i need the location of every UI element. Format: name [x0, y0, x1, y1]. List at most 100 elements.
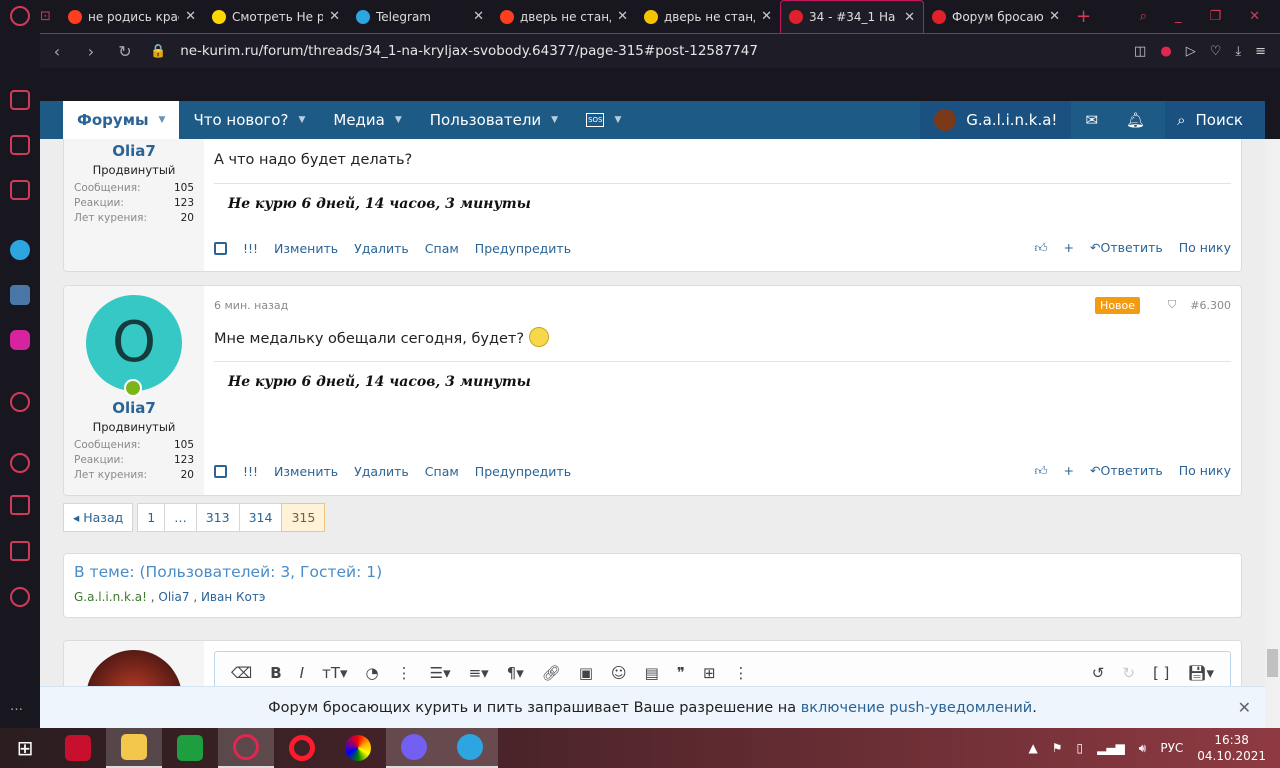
tab-close-icon[interactable]: ✕	[473, 9, 484, 24]
tab-close-icon[interactable]: ✕	[904, 10, 915, 25]
member-link[interactable]: G.a.l.i.n.k.a!	[74, 590, 147, 604]
shopping-icon[interactable]	[10, 135, 30, 155]
delete-link[interactable]: Удалить	[354, 464, 409, 479]
search-tabs-icon[interactable]: ⌕	[1140, 9, 1147, 24]
like-icon[interactable]: 👍︎	[1034, 240, 1047, 256]
taskbar-acrobat[interactable]	[50, 728, 106, 768]
by-nick-link[interactable]: По нику	[1179, 240, 1231, 256]
flow-send-icon[interactable]: ▷	[1186, 44, 1196, 59]
page-link[interactable]: 313	[195, 503, 240, 532]
telegram-icon[interactable]	[10, 240, 30, 260]
edit-link[interactable]: Изменить	[274, 241, 338, 256]
taskbar-opera[interactable]	[218, 728, 274, 768]
reply-link[interactable]: ↶Ответить	[1090, 240, 1163, 256]
member-link[interactable]: Иван Котэ	[201, 590, 266, 604]
warn-link[interactable]: Предупредить	[475, 464, 571, 479]
edit-link[interactable]: Изменить	[274, 464, 338, 479]
inbox-icon[interactable]: ✉	[1071, 101, 1112, 139]
post-username[interactable]: Olia7	[64, 142, 204, 160]
easy-setup-icon[interactable]: ≡	[1255, 44, 1266, 59]
instagram-icon[interactable]	[10, 330, 30, 350]
reload-icon[interactable]: ↻	[108, 42, 142, 61]
browser-tab[interactable]: не родись крас ✕	[60, 0, 204, 33]
spam-link[interactable]: Спам	[425, 241, 459, 256]
twitch-icon[interactable]	[10, 180, 30, 200]
browser-tab[interactable]: дверь не станд ✕	[636, 0, 780, 33]
search-button[interactable]: ⌕ Поиск	[1165, 101, 1265, 139]
browser-tab[interactable]: дверь не станд ✕	[492, 0, 636, 33]
vk-icon[interactable]	[10, 285, 30, 305]
opera-logo-icon[interactable]	[10, 6, 30, 26]
browser-tab[interactable]: Смотреть Не р ✕	[204, 0, 348, 33]
post-time[interactable]: 6 мин. назад	[214, 299, 288, 312]
chevron-down-icon[interactable]: ▼	[159, 115, 166, 125]
player-icon[interactable]	[10, 392, 30, 412]
network-icon[interactable]: ▂▄▆	[1097, 741, 1125, 755]
select-checkbox[interactable]	[214, 241, 227, 255]
extensions-icon[interactable]	[10, 541, 30, 561]
select-checkbox[interactable]	[214, 464, 227, 478]
spam-link[interactable]: Спам	[425, 464, 459, 479]
taskbar-telegram[interactable]	[442, 728, 498, 768]
plus-icon[interactable]: +	[1064, 240, 1074, 256]
back-icon[interactable]: ‹	[40, 42, 74, 61]
bookmark-icon[interactable]: ⛉	[1168, 298, 1176, 312]
browser-tab[interactable]: Telegram ✕	[348, 0, 492, 33]
close-window-icon[interactable]: ✕	[1249, 9, 1260, 24]
scrollbar-thumb[interactable]	[1267, 649, 1278, 677]
url-field[interactable]: ne-kurim.ru/forum/threads/34_1-na-krylja…	[180, 43, 758, 59]
close-icon[interactable]: ✕	[1238, 698, 1251, 717]
taskbar-viber[interactable]	[386, 728, 442, 768]
settings-icon[interactable]	[10, 587, 30, 607]
page-link[interactable]: 314	[238, 503, 283, 532]
nav-members[interactable]: Пользователи ▼	[416, 101, 572, 139]
snapshot-icon[interactable]: ◫	[1134, 44, 1146, 59]
scrollbar[interactable]	[1265, 139, 1280, 728]
tab-menu-icon[interactable]: ⊡	[40, 9, 60, 24]
downloads-icon[interactable]	[10, 495, 30, 515]
chevron-down-icon[interactable]: ▼	[395, 115, 402, 125]
chevron-down-icon[interactable]: ▼	[551, 115, 558, 125]
post-username[interactable]: Olia7	[64, 399, 204, 417]
post-number[interactable]: #6.300	[1190, 299, 1231, 312]
minimize-icon[interactable]: _	[1175, 9, 1182, 24]
heart-icon[interactable]: ♡	[1210, 44, 1222, 59]
nav-media[interactable]: Медиа ▼	[319, 101, 415, 139]
reply-link[interactable]: ↶Ответить	[1090, 463, 1163, 479]
enable-push-link[interactable]: включение push-уведомлений	[801, 700, 1032, 716]
chevron-down-icon[interactable]: ▼	[614, 115, 621, 125]
delete-link[interactable]: Удалить	[354, 241, 409, 256]
volume-icon[interactable]: 🔊︎	[1139, 741, 1147, 756]
windows-start-icon[interactable]: ⊞	[0, 728, 50, 768]
bell-icon[interactable]: 🔔︎	[1112, 101, 1159, 139]
download-icon[interactable]: ⤓	[1235, 44, 1241, 59]
like-icon[interactable]: 👍︎	[1034, 463, 1047, 479]
forward-icon[interactable]: ›	[74, 42, 108, 61]
warn-link[interactable]: Предупредить	[475, 241, 571, 256]
mark-link[interactable]: !!!	[243, 464, 258, 479]
language-indicator[interactable]: РУС	[1160, 741, 1183, 755]
by-nick-link[interactable]: По нику	[1179, 463, 1231, 479]
tab-close-icon[interactable]: ✕	[185, 9, 196, 24]
speed-dial-icon[interactable]	[10, 90, 30, 110]
chevron-down-icon[interactable]: ▼	[298, 115, 305, 125]
tab-close-icon[interactable]: ✕	[329, 9, 340, 24]
nav-sos[interactable]: SOS ▼	[572, 101, 635, 139]
browser-tab[interactable]: Форум бросаю ✕	[924, 0, 1068, 33]
user-avatar[interactable]: O	[86, 295, 182, 397]
clock[interactable]: 16:38 04.10.2021	[1197, 732, 1266, 764]
action-center-flag-icon[interactable]: ⚑	[1052, 741, 1063, 755]
page-link[interactable]: 1	[137, 503, 166, 532]
more-icon[interactable]: …	[10, 699, 30, 719]
member-link[interactable]: Olia7	[158, 590, 189, 604]
battery-icon[interactable]: ▯	[1076, 741, 1083, 755]
nav-whats-new[interactable]: Что нового? ▼	[179, 101, 319, 139]
current-page[interactable]: 315	[281, 503, 326, 532]
nav-forums[interactable]: Форумы ▼	[63, 101, 180, 139]
history-icon[interactable]	[10, 453, 30, 473]
account-menu[interactable]: G.a.l.i.n.k.a!	[920, 101, 1072, 139]
page-ellipsis[interactable]: …	[164, 503, 197, 532]
browser-tab[interactable]: 34 - #34_1 На к ✕	[780, 0, 924, 33]
taskbar-excel[interactable]	[162, 728, 218, 768]
tab-close-icon[interactable]: ✕	[617, 9, 628, 24]
